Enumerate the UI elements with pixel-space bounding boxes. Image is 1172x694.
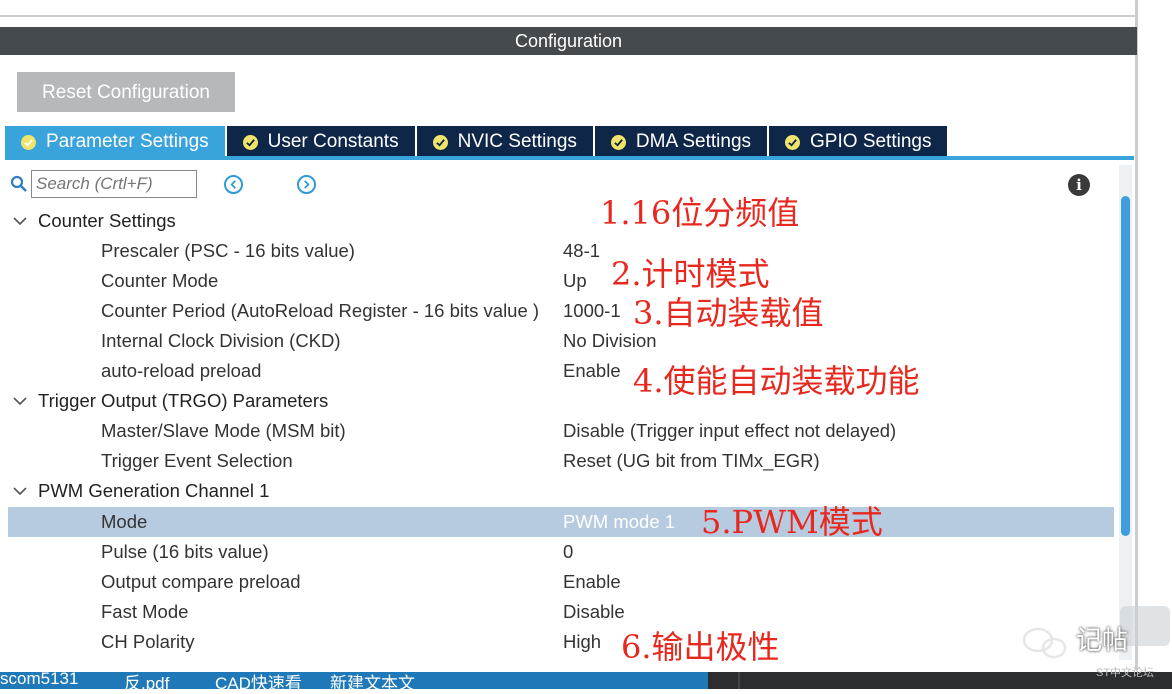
param-label: Pulse (16 bits value) <box>101 541 269 562</box>
panel-right-border <box>1135 0 1138 670</box>
taskbar-separator <box>738 672 740 689</box>
tab-label: NVIC Settings <box>457 131 577 152</box>
previous-match-button[interactable] <box>224 175 243 194</box>
param-row-trigger-event[interactable]: Trigger Event Selection Reset (UG bit fr… <box>8 446 1114 476</box>
tab-label: User Constants <box>267 131 399 152</box>
tab-dma-settings[interactable]: DMA Settings <box>594 126 768 158</box>
param-label: Counter Mode <box>101 270 219 291</box>
param-label: Output compare preload <box>101 571 301 592</box>
param-row-pulse[interactable]: Pulse (16 bits value) 0 <box>8 537 1114 567</box>
param-value[interactable]: 1000-1 <box>563 296 621 326</box>
settings-tabbar: Parameter Settings User Constants NVIC S… <box>5 126 949 158</box>
group-trigger-output[interactable]: Trigger Output (TRGO) Parameters <box>8 386 708 416</box>
chevron-left-icon <box>230 180 236 189</box>
watermark-text: 记帖 <box>1076 626 1129 656</box>
param-row-output-compare-preload[interactable]: Output compare preload Enable <box>8 567 1114 597</box>
check-icon <box>242 134 258 150</box>
taskbar-item[interactable]: scom5131 <box>0 669 78 689</box>
chevron-down-icon <box>13 397 27 406</box>
param-value[interactable]: Reset (UG bit from TIMx_EGR) <box>563 446 820 476</box>
chevron-down-icon <box>13 217 27 226</box>
group-label: Counter Settings <box>38 210 176 231</box>
check-icon <box>432 134 448 150</box>
param-row-msm[interactable]: Master/Slave Mode (MSM bit) Disable (Tri… <box>8 416 1114 446</box>
param-label: Counter Period (AutoReload Register - 16… <box>101 300 540 321</box>
param-label: Internal Clock Division (CKD) <box>101 330 341 351</box>
param-value[interactable]: Disable (Trigger input effect not delaye… <box>563 416 896 446</box>
param-value[interactable]: 48-1 <box>563 236 600 266</box>
configuration-header: Configuration <box>0 27 1137 55</box>
param-value[interactable]: PWM mode 1 <box>563 507 675 537</box>
tab-gpio-settings[interactable]: GPIO Settings <box>769 126 948 158</box>
reset-configuration-button[interactable]: Reset Configuration <box>17 72 235 112</box>
taskbar-item[interactable]: CAD快速看 <box>215 669 302 694</box>
chevron-right-icon <box>304 180 310 189</box>
param-value[interactable]: 0 <box>563 537 573 567</box>
param-label: Mode <box>101 511 148 532</box>
annotation-auto-reload: 4.使能自动装载功能 <box>633 362 920 400</box>
tab-nvic-settings[interactable]: NVIC Settings <box>416 126 593 158</box>
param-value[interactable]: Enable <box>563 356 621 386</box>
tab-parameter-settings[interactable]: Parameter Settings <box>5 126 225 158</box>
annotation-pwm-mode: 5.PWM模式 <box>701 503 883 541</box>
param-label: Trigger Event Selection <box>101 450 293 471</box>
param-value[interactable]: Enable <box>563 567 621 597</box>
param-row-clock-division[interactable]: Internal Clock Division (CKD) No Divisio… <box>8 326 1114 356</box>
group-pwm-channel-1[interactable]: PWM Generation Channel 1 <box>8 476 708 506</box>
param-label: CH Polarity <box>101 631 195 652</box>
search-input[interactable] <box>31 170 197 198</box>
param-label: auto-reload preload <box>101 360 262 381</box>
tab-label: GPIO Settings <box>810 131 932 152</box>
annotation-period: 3.自动装载值 <box>633 294 824 332</box>
param-row-auto-reload-preload[interactable]: auto-reload preload Enable <box>8 356 1114 386</box>
watermark-subtext: ST中文论坛 <box>1096 667 1155 679</box>
param-row-fast-mode[interactable]: Fast Mode Disable <box>8 597 1114 627</box>
next-match-button[interactable] <box>297 175 316 194</box>
search-icon <box>10 175 27 192</box>
upper-panel-strip <box>0 0 1137 17</box>
check-icon <box>610 134 626 150</box>
chevron-down-icon <box>13 487 27 496</box>
param-row-counter-mode[interactable]: Counter Mode Up <box>8 266 1114 296</box>
param-row-ch-polarity[interactable]: CH Polarity High <box>8 627 1114 657</box>
tab-underline <box>5 156 1134 160</box>
tab-user-constants[interactable]: User Constants <box>226 126 415 158</box>
taskbar-item[interactable]: 新建文本文 <box>330 669 415 694</box>
tab-label: DMA Settings <box>635 131 752 152</box>
taskbar-item[interactable]: 反.pdf <box>124 669 169 694</box>
param-label: Master/Slave Mode (MSM bit) <box>101 420 346 441</box>
check-icon <box>785 134 801 150</box>
param-label: Fast Mode <box>101 601 189 622</box>
group-label: Trigger Output (TRGO) Parameters <box>38 390 329 411</box>
annotation-polarity: 6.输出极性 <box>621 628 780 666</box>
param-row-prescaler[interactable]: Prescaler (PSC - 16 bits value) 48-1 <box>8 236 1114 266</box>
param-row-counter-period[interactable]: Counter Period (AutoReload Register - 16… <box>8 296 1114 326</box>
param-label: Prescaler (PSC - 16 bits value) <box>101 240 355 261</box>
group-label: PWM Generation Channel 1 <box>38 480 270 501</box>
scrollbar-thumb[interactable] <box>1121 196 1130 536</box>
check-icon <box>21 134 36 150</box>
param-value[interactable]: High <box>563 627 601 657</box>
tab-label: Parameter Settings <box>46 131 209 152</box>
annotation-prescaler: 1.16位分频值 <box>600 194 800 232</box>
info-icon[interactable]: i <box>1068 174 1090 196</box>
param-value[interactable]: Up <box>563 266 587 296</box>
param-value[interactable]: Disable <box>563 597 625 627</box>
param-row-mode[interactable]: Mode PWM mode 1 <box>8 507 1114 537</box>
